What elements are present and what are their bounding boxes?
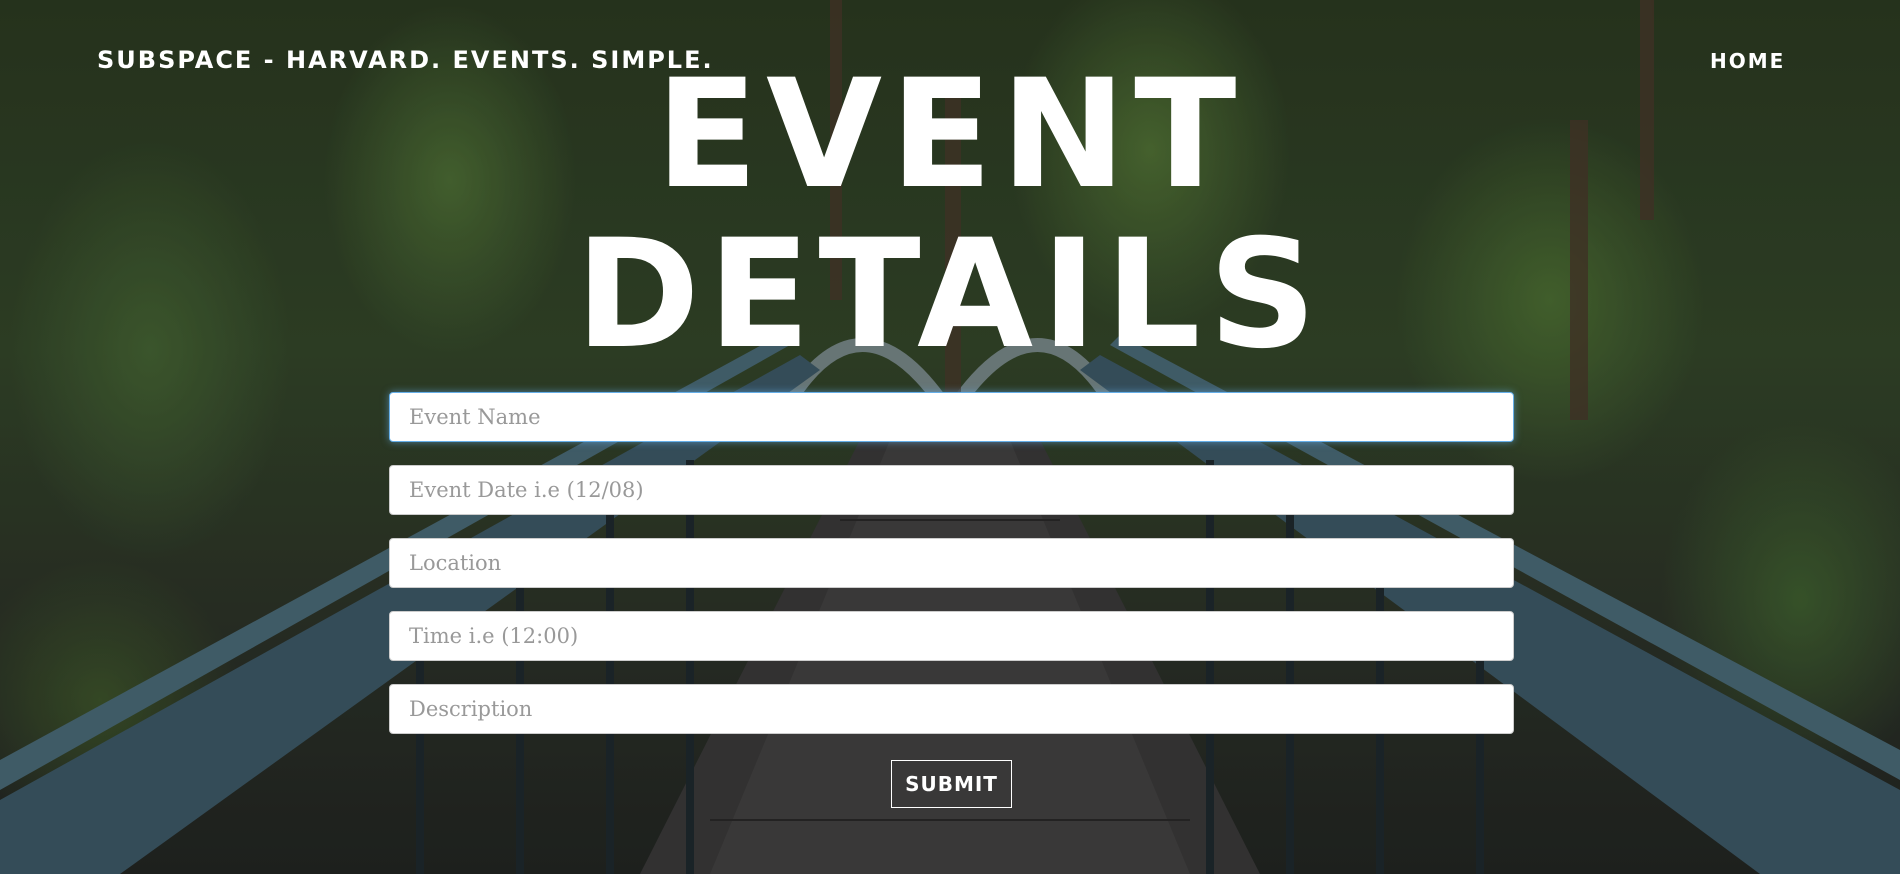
page-title-line-2: DETAILS: [575, 208, 1325, 382]
event-name-input[interactable]: [389, 392, 1514, 442]
description-input[interactable]: [389, 684, 1514, 734]
submit-button[interactable]: SUBMIT: [891, 760, 1012, 808]
event-details-form: [389, 392, 1514, 757]
event-date-input[interactable]: [389, 465, 1514, 515]
page-title-line-1: EVENT: [655, 48, 1245, 222]
time-input[interactable]: [389, 611, 1514, 661]
location-input[interactable]: [389, 538, 1514, 588]
